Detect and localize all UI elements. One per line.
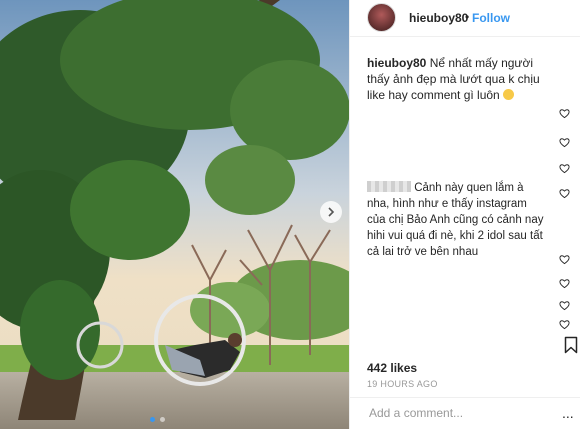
heart-icon[interactable] bbox=[559, 188, 570, 199]
comment-text: Cảnh này quen lắm à nha, hình như e thấy… bbox=[367, 182, 544, 258]
comment-input[interactable] bbox=[367, 405, 531, 421]
photo-illustration bbox=[0, 0, 349, 429]
heart-icon[interactable] bbox=[559, 254, 570, 265]
likes-count[interactable]: 442 likes bbox=[367, 361, 417, 375]
next-photo-button[interactable] bbox=[320, 201, 342, 223]
chevron-right-icon bbox=[328, 207, 335, 217]
post-timestamp[interactable]: 19 HOURS AGO bbox=[367, 379, 438, 389]
heart-icon[interactable] bbox=[559, 300, 570, 311]
heart-icon[interactable] bbox=[559, 278, 570, 289]
heart-icon[interactable] bbox=[559, 108, 570, 119]
carousel-indicator bbox=[150, 417, 165, 422]
heart-icon[interactable] bbox=[559, 137, 570, 148]
post-details-panel: hieuboy80 • Follow hieuboy80 Nể nhất mấy… bbox=[349, 0, 580, 429]
carousel-dot-active bbox=[150, 417, 155, 422]
comment: Cảnh này quen lắm à nha, hình như e thấy… bbox=[367, 180, 547, 260]
header-username[interactable]: hieuboy80 bbox=[409, 11, 468, 25]
smile-emoji-icon bbox=[503, 89, 515, 100]
header-separator: • bbox=[465, 10, 470, 24]
caption-username[interactable]: hieuboy80 bbox=[367, 56, 426, 70]
heart-icon[interactable] bbox=[559, 319, 570, 330]
post-header: hieuboy80 • Follow bbox=[350, 0, 580, 37]
avatar[interactable] bbox=[367, 3, 396, 32]
follow-button[interactable]: Follow bbox=[472, 11, 510, 25]
heart-icon[interactable] bbox=[559, 163, 570, 174]
carousel-dot bbox=[160, 417, 165, 422]
add-comment-bar: ... bbox=[350, 397, 580, 430]
bookmark-icon[interactable] bbox=[564, 336, 578, 354]
caption: hieuboy80 Nể nhất mấy người thấy ảnh đẹp… bbox=[367, 55, 547, 103]
blurred-commenter-name bbox=[367, 181, 411, 192]
post-photo[interactable] bbox=[0, 0, 349, 429]
more-options-button[interactable]: ... bbox=[562, 406, 574, 420]
